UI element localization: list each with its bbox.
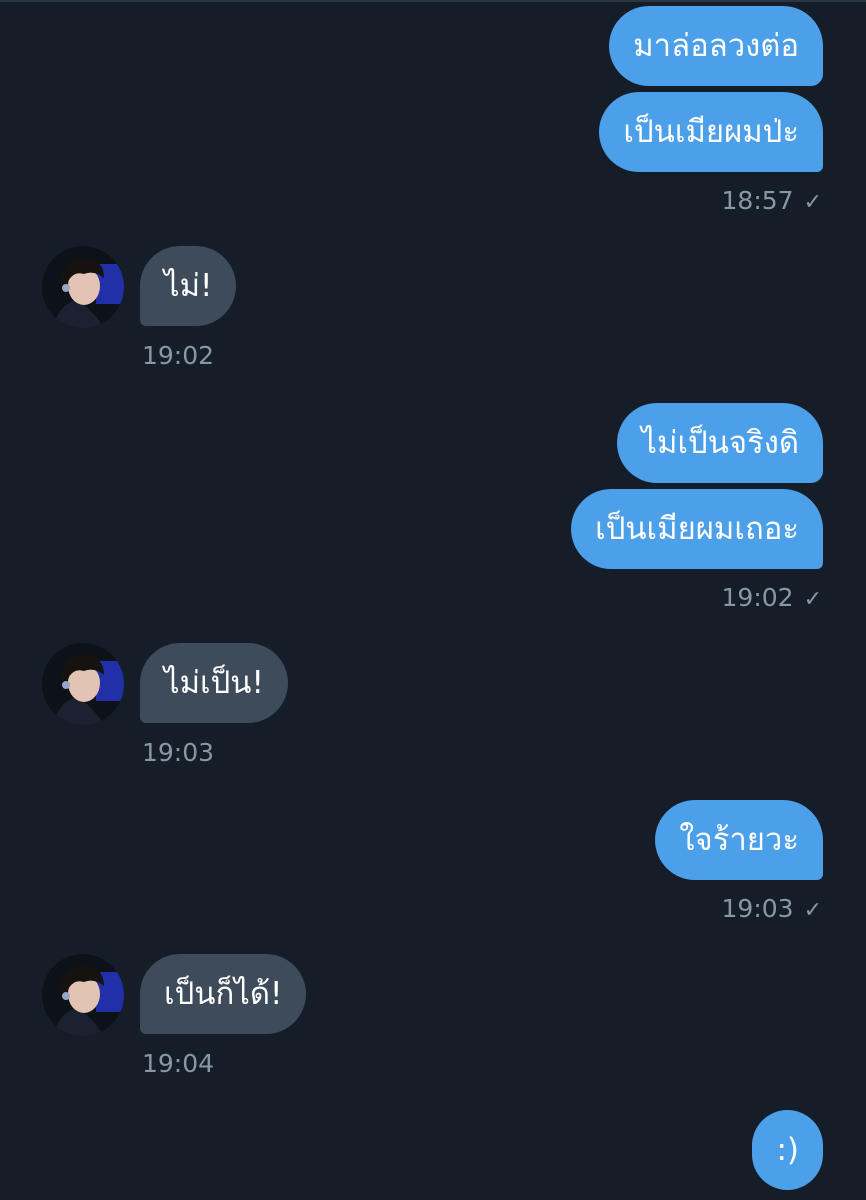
checkmark-icon: ✓ <box>803 587 822 612</box>
sent-message-bubble[interactable]: เป็นเมียผมป่ะ <box>599 92 823 172</box>
message-timestamp: 18:57 ✓ <box>721 186 822 215</box>
message-text: ไม่! <box>164 268 213 304</box>
sent-message-bubble[interactable]: เป็นเมียผมเถอะ <box>571 489 823 569</box>
checkmark-icon: ✓ <box>803 898 822 923</box>
message-text: ใจร้ายวะ <box>679 822 799 858</box>
received-message-bubble[interactable]: ไม่เป็น! <box>140 643 288 723</box>
checkmark-icon: ✓ <box>803 190 822 215</box>
message-timestamp: 19:03 <box>142 738 215 767</box>
message-text: เป็นก็ได้! <box>164 976 283 1012</box>
top-divider <box>0 0 866 2</box>
received-message-bubble[interactable]: เป็นก็ได้! <box>140 954 307 1034</box>
message-timestamp: 19:02 ✓ <box>721 583 822 612</box>
message-text: ไม่เป็นจริงดิ <box>641 425 799 461</box>
message-text: เป็นเมียผมเถอะ <box>595 511 799 547</box>
message-text: มาล่อลวงต่อ <box>633 28 799 64</box>
sent-message-bubble[interactable]: มาล่อลวงต่อ <box>609 6 823 86</box>
message-text: ไม่เป็น! <box>164 665 264 701</box>
sent-message-bubble[interactable]: ไม่เป็นจริงดิ <box>617 403 823 483</box>
sent-message-bubble[interactable]: ใจร้ายวะ <box>655 800 823 880</box>
sent-message-bubble[interactable]: :) <box>752 1110 823 1190</box>
contact-avatar[interactable] <box>42 643 124 725</box>
message-timestamp: 19:03 ✓ <box>721 894 822 923</box>
message-text: :) <box>776 1132 799 1168</box>
received-message-bubble[interactable]: ไม่! <box>140 246 237 326</box>
message-timestamp: 19:04 <box>142 1049 215 1078</box>
message-timestamp: 19:02 <box>142 341 215 370</box>
message-text: เป็นเมียผมป่ะ <box>623 114 799 150</box>
contact-avatar[interactable] <box>42 954 124 1036</box>
contact-avatar[interactable] <box>42 246 124 328</box>
